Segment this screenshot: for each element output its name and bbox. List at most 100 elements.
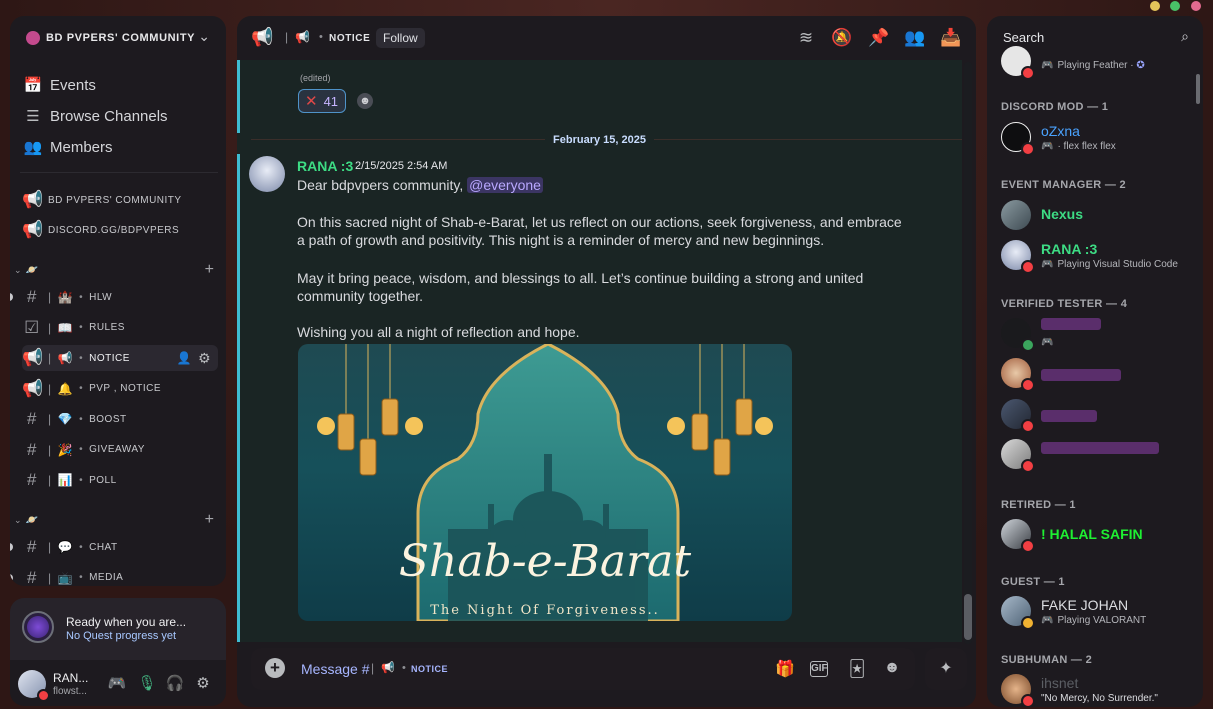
quest-panel[interactable]: Ready when you are... No Quest progress …: [10, 598, 226, 660]
maximize-window-button[interactable]: [1170, 1, 1180, 11]
invite-icon[interactable]: 👤: [177, 351, 192, 365]
section-header: VERIFIED TESTER — 4: [1001, 298, 1128, 310]
channel-sidebar: BD PVPERS' COMMUNITY ⌄ 📅 Events ☰ Browse C…: [10, 16, 226, 586]
channel-label: RULES: [89, 322, 125, 333]
settings-icon[interactable]: ⚙: [193, 674, 213, 692]
search-input[interactable]: Search: [1003, 30, 1044, 45]
channel-item[interactable]: # | 📺 • MEDIA: [22, 565, 218, 587]
nav-members[interactable]: 👥 Members: [24, 138, 113, 157]
category-header-2[interactable]: ⌄ 🪐 +: [14, 511, 214, 529]
message-line: Dear bdpvpers community, @everyone: [297, 177, 543, 193]
search-bar[interactable]: Search ⌕: [997, 24, 1197, 50]
member-item[interactable]: 🎮 Playing Feather · ✪: [1001, 46, 1197, 86]
member-item[interactable]: FAKE JOHAN 🎮 Playing VALORANT: [1001, 594, 1197, 630]
member-name-hidden: [1041, 442, 1159, 454]
pin-icon[interactable]: 📌: [868, 28, 890, 48]
member-item[interactable]: [1001, 397, 1197, 433]
channel-item[interactable]: # | 💎 • BOOST: [22, 406, 218, 432]
search-icon[interactable]: ⌕: [1181, 28, 1189, 45]
member-item[interactable]: 🎮: [1001, 316, 1197, 352]
section-header: EVENT MANAGER — 2: [1001, 179, 1126, 191]
idle-status-icon: [1021, 616, 1035, 630]
member-item[interactable]: [1001, 356, 1197, 392]
separator: |: [48, 540, 52, 554]
greeting-text: Dear bdpvpers community,: [297, 177, 464, 193]
user-name[interactable]: RAN...: [53, 671, 88, 685]
channel-item[interactable]: ☑ | 📖 • RULES: [22, 315, 218, 341]
message-area: (edited) ✕ 41 ☻ February 15, 2025 RANA :…: [237, 60, 962, 642]
image-attachment[interactable]: Shab-e-Barat The Night Of Forgiveness..: [298, 344, 792, 621]
close-window-button[interactable]: [1191, 1, 1201, 11]
channel-label: HLW: [89, 291, 113, 303]
inbox-icon[interactable]: 📥: [940, 28, 962, 48]
scrollbar-thumb[interactable]: [964, 594, 972, 640]
dnd-status-icon: [1021, 142, 1035, 156]
threads-icon[interactable]: ≋: [795, 28, 817, 48]
author-avatar[interactable]: [249, 156, 285, 192]
server-name: BD PVPERS' COMMUNITY: [46, 32, 196, 44]
everyone-mention[interactable]: @everyone: [467, 177, 543, 193]
gif-icon[interactable]: GIF: [810, 661, 828, 677]
dot: •: [79, 413, 84, 425]
chevron-down-icon[interactable]: ⌄: [198, 28, 210, 45]
dot: •: [79, 322, 84, 333]
info-channel-invite[interactable]: 📢 DISCORD.GG/BDPVPERS: [22, 217, 218, 243]
message-composer[interactable]: + Message # | 📢 • NOTICE 🎁 GIF 🃏 ☻: [251, 648, 915, 690]
channel-item[interactable]: # | 💬 • CHAT: [22, 534, 218, 560]
reaction-button[interactable]: ✕ 41: [298, 89, 346, 113]
category-header-1[interactable]: ⌄ 🪐 +: [14, 261, 214, 279]
author-name[interactable]: RANA :3: [297, 158, 353, 174]
channel-title: NOTICE: [329, 33, 371, 44]
info-channel-community[interactable]: 📢 BD PVPERS' COMMUNITY: [22, 187, 218, 213]
add-channel-icon[interactable]: +: [205, 261, 214, 279]
dnd-status-icon: [1021, 539, 1035, 553]
emoji-icon[interactable]: ☻: [881, 659, 903, 679]
megaphone-icon: 📢: [22, 378, 44, 398]
hash-icon: #: [27, 287, 37, 306]
channel-item[interactable]: # | 📊 • POLL: [22, 467, 218, 493]
member-item[interactable]: [1001, 437, 1197, 473]
online-status-icon: [1021, 338, 1035, 352]
planet-icon: 🪐: [25, 514, 38, 526]
channel-settings-icon[interactable]: ⚙: [198, 350, 211, 367]
add-channel-icon[interactable]: +: [205, 511, 214, 529]
scrollbar-track[interactable]: [964, 62, 972, 644]
follow-button[interactable]: Follow: [376, 28, 425, 48]
image-subtitle: The Night Of Forgiveness..: [430, 603, 660, 618]
gift-icon[interactable]: 🎁: [774, 659, 796, 679]
channel-emoji-icon: 📊: [57, 473, 74, 487]
dot: •: [402, 662, 406, 674]
member-item[interactable]: ihsnet "No Mercy, No Surrender.": [1001, 672, 1197, 707]
dot: •: [79, 474, 84, 486]
chevron-down-icon: ⌄: [14, 514, 22, 525]
sticker-icon[interactable]: 🃏: [846, 659, 868, 679]
nav-browse-channels[interactable]: ☰ Browse Channels: [24, 107, 167, 126]
mic-muted-icon[interactable]: 🎙: [137, 674, 157, 692]
megaphone-icon: 📢: [22, 190, 44, 209]
add-reaction-icon[interactable]: ☻: [357, 93, 373, 109]
apps-icon[interactable]: ✦: [925, 648, 967, 690]
channel-item[interactable]: # | 🎉 • GIVEAWAY: [22, 437, 218, 463]
channel-item[interactable]: 📢 | 🔔 • PVP , NOTICE: [22, 376, 218, 402]
headphones-icon[interactable]: 🎧: [165, 674, 185, 692]
member-item[interactable]: oZxna 🎮 · flex flex flex: [1001, 120, 1197, 156]
channel-emoji-icon: 📺: [57, 570, 74, 585]
separator: |: [48, 442, 52, 457]
channel-item[interactable]: # | 🏰 • HLW: [22, 284, 218, 310]
mute-bell-icon[interactable]: 🔕: [831, 28, 853, 48]
separator: |: [371, 661, 375, 675]
dnd-status-icon: [1021, 378, 1035, 392]
member-list-icon[interactable]: 👥: [904, 28, 926, 48]
nav-events[interactable]: 📅 Events: [24, 76, 96, 95]
channel-emoji-icon: 💬: [57, 540, 74, 554]
channel-item[interactable]: 📢 | 📢 • NOTICE 👤 ⚙: [22, 345, 218, 371]
megaphone-emoji-icon: 📢: [295, 30, 310, 44]
member-item[interactable]: ! HALAL SAFIN: [1001, 517, 1197, 553]
attach-plus-icon[interactable]: +: [265, 658, 285, 678]
hash-icon: #: [27, 567, 37, 587]
member-item[interactable]: RANA :3 🎮 Playing Visual Studio Code: [1001, 238, 1197, 274]
server-header[interactable]: BD PVPERS' COMMUNITY ⌄: [10, 16, 226, 60]
member-item[interactable]: Nexus: [1001, 198, 1197, 234]
minimize-window-button[interactable]: [1150, 1, 1160, 11]
gamepad-icon[interactable]: 🎮: [107, 674, 127, 692]
